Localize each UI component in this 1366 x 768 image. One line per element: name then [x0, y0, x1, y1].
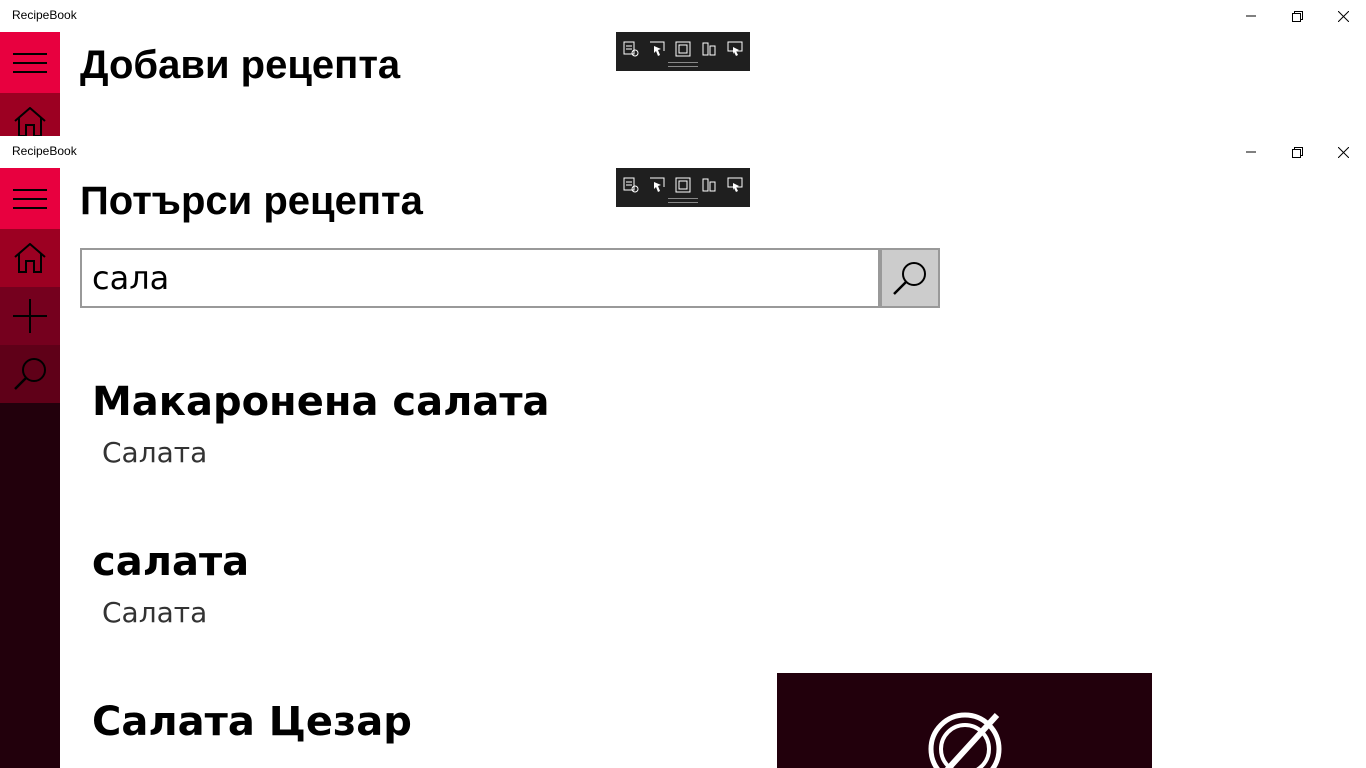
restore-button[interactable]: [1274, 136, 1320, 168]
preview-selection-icon: [727, 41, 743, 56]
list-item[interactable]: Салата Цезар: [92, 702, 772, 742]
minimize-button[interactable]: [1228, 0, 1274, 32]
menu-icon: [13, 188, 47, 209]
display-layout-adorners-button[interactable]: [672, 175, 694, 195]
track-focus-button[interactable]: [698, 39, 720, 59]
track-focus-icon: [702, 178, 716, 192]
toolbar-grip[interactable]: [668, 62, 698, 67]
search-input[interactable]: [82, 250, 878, 306]
recipe-category: Салата: [102, 436, 208, 469]
no-image-plate-icon: [928, 712, 1002, 768]
recipe-title: Макаронена салата: [92, 379, 550, 425]
nav-home-button[interactable]: [0, 93, 60, 136]
preview-selection-button[interactable]: [724, 175, 746, 195]
window-controls: [1228, 136, 1366, 168]
close-icon: [1337, 146, 1349, 158]
home-icon: [14, 107, 46, 136]
menu-icon: [13, 52, 47, 73]
close-button[interactable]: [1320, 0, 1366, 32]
hamburger-button[interactable]: [0, 32, 60, 93]
page-title: Потърси рецепта: [80, 179, 423, 223]
recipe-category: Салата: [102, 596, 208, 629]
nav-sidebar: [0, 32, 60, 136]
live-visual-tree-icon: [623, 177, 639, 193]
debug-toolbar: [616, 168, 750, 207]
window-controls: [1228, 0, 1366, 32]
front-window: RecipeBook Потърси рецепта сала Макароне…: [0, 136, 1366, 768]
minimize-button[interactable]: [1228, 136, 1274, 168]
select-element-icon: [650, 41, 665, 56]
minimize-icon: [1246, 151, 1256, 153]
hamburger-button[interactable]: [0, 168, 60, 229]
recipe-title: салата: [92, 539, 250, 585]
list-item[interactable]: Макаронена салата Салата: [92, 382, 772, 469]
select-element-button[interactable]: [646, 39, 668, 59]
preview-selection-icon: [727, 177, 743, 192]
search-box: [80, 248, 880, 308]
page-title: Добави рецепта: [80, 43, 401, 87]
display-layout-adorners-icon: [675, 41, 691, 57]
title-bar[interactable]: RecipeBook: [0, 0, 1366, 32]
search-icon: [893, 262, 926, 295]
nav-home-button[interactable]: [0, 229, 60, 287]
track-focus-icon: [702, 42, 716, 56]
live-visual-tree-button[interactable]: [620, 39, 642, 59]
app-title: RecipeBook: [12, 144, 77, 158]
debug-toolbar: [616, 32, 750, 71]
restore-icon: [1291, 10, 1303, 22]
nav-sidebar: [0, 168, 60, 768]
select-element-icon: [650, 177, 665, 192]
display-layout-adorners-icon: [675, 177, 691, 193]
nav-search-button[interactable]: [0, 345, 60, 403]
live-visual-tree-icon: [623, 41, 639, 57]
display-layout-adorners-button[interactable]: [672, 39, 694, 59]
app-title: RecipeBook: [12, 8, 77, 22]
live-visual-tree-button[interactable]: [620, 175, 642, 195]
recipe-title: Салата Цезар: [92, 699, 412, 745]
plus-icon: [13, 299, 47, 333]
search-icon: [14, 358, 46, 390]
nav-add-recipe-button[interactable]: [0, 287, 60, 345]
preview-selection-button[interactable]: [724, 39, 746, 59]
close-icon: [1337, 10, 1349, 22]
back-window: RecipeBook Добави рецепта: [0, 0, 1366, 136]
restore-button[interactable]: [1274, 0, 1320, 32]
restore-icon: [1291, 146, 1303, 158]
list-item[interactable]: салата Салата: [92, 542, 772, 629]
toolbar-grip[interactable]: [668, 198, 698, 203]
home-icon: [14, 243, 46, 273]
select-element-button[interactable]: [646, 175, 668, 195]
recipe-image-placeholder: [777, 673, 1152, 768]
close-button[interactable]: [1320, 136, 1366, 168]
track-focus-button[interactable]: [698, 175, 720, 195]
search-submit-button[interactable]: [880, 248, 940, 308]
minimize-icon: [1246, 15, 1256, 17]
title-bar[interactable]: RecipeBook: [0, 136, 1366, 168]
